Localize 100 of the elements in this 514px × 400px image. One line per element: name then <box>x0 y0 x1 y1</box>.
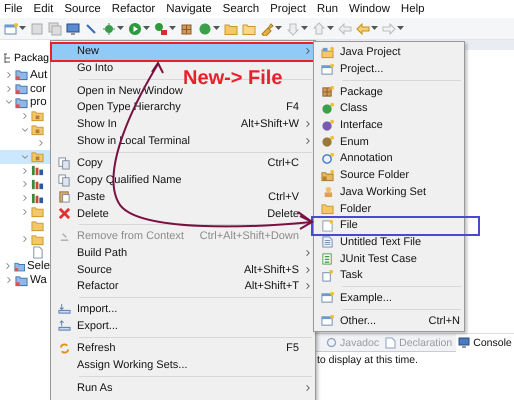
dropdown-caret-icon[interactable] <box>169 26 176 31</box>
dropdown-caret-icon[interactable] <box>327 26 334 31</box>
tree-row[interactable] <box>0 150 50 164</box>
menu-bar-item[interactable]: Project <box>270 3 306 15</box>
tree-label: Aut <box>30 68 48 81</box>
menu-item[interactable]: Import... <box>51 300 315 318</box>
class-icon[interactable] <box>198 22 212 36</box>
menu-bar-item[interactable]: Edit <box>34 3 54 15</box>
project-folder-icon <box>15 96 28 109</box>
package-folder-icon <box>31 123 44 136</box>
tree-row[interactable]: Aut <box>0 68 50 82</box>
import-icon <box>58 302 70 316</box>
class-icon <box>320 102 334 115</box>
dropdown-caret-icon[interactable] <box>397 26 404 31</box>
menu-item[interactable]: Folder <box>314 200 464 217</box>
menu-item[interactable]: Delete Delete <box>51 205 315 222</box>
task-icon <box>320 268 334 282</box>
menu-bar-item[interactable]: Refactor <box>112 3 156 15</box>
menu-item[interactable]: Build Path <box>51 244 315 262</box>
new-window-icon <box>320 62 334 76</box>
library-icon <box>31 164 44 178</box>
dropdown-caret-icon[interactable] <box>371 26 378 31</box>
shortcut-label: Ctrl+V <box>268 190 299 203</box>
menu-item[interactable]: JUnit Test Case <box>314 250 464 267</box>
export-icon <box>58 319 70 332</box>
tree-label: cor <box>30 82 46 95</box>
new-file-icon <box>320 218 334 232</box>
project-folder-icon <box>15 68 28 82</box>
dropdown-caret-icon[interactable] <box>19 26 26 31</box>
menu-item[interactable]: Package <box>314 83 464 100</box>
shortcut-label: F4 <box>286 101 299 114</box>
package-icon <box>320 85 334 98</box>
shortcut-label: Alt+Shift+S <box>244 264 299 276</box>
copy-icon <box>58 156 70 170</box>
menu-item[interactable]: Interface <box>314 116 464 134</box>
menu-item[interactable]: Show In Alt+Shift+W <box>51 116 315 132</box>
folder-icon <box>320 202 334 216</box>
menu-item[interactable]: Project... <box>314 60 464 78</box>
source-folder-icon <box>320 168 334 182</box>
menu-bar-item[interactable]: Help <box>400 3 425 15</box>
menu-bar-item[interactable]: Search <box>222 3 260 15</box>
folder-icon <box>31 218 44 232</box>
document-icon <box>31 246 44 260</box>
menu-item[interactable]: Assign Working Sets... <box>51 356 315 374</box>
menu-item[interactable]: Enum <box>314 133 464 150</box>
annotation-text: New-> File <box>183 67 282 90</box>
menu-item[interactable]: Export... <box>51 317 315 334</box>
menu-item[interactable]: Source Folder <box>314 166 464 184</box>
tree-label: Sele <box>26 260 50 272</box>
menu-item[interactable]: Java Project <box>314 44 464 61</box>
menu-item[interactable]: Copy Ctrl+C <box>51 155 315 172</box>
menu-bar-item[interactable]: Source <box>64 3 101 15</box>
tree-row[interactable]: pro <box>0 95 50 110</box>
tree-row[interactable]: Sele <box>0 260 50 274</box>
dropdown-caret-icon[interactable] <box>275 26 282 31</box>
library-icon <box>31 178 44 191</box>
menu-item[interactable]: Run As <box>51 379 315 396</box>
dropdown-caret-icon[interactable] <box>213 26 220 31</box>
view-tab[interactable]: Console <box>456 334 514 352</box>
menu-item[interactable]: Annotation <box>314 150 464 167</box>
menu-bar-item[interactable]: Window <box>349 3 390 15</box>
shortcut-label: F5 <box>286 342 299 354</box>
menu-item[interactable]: Class <box>314 100 464 117</box>
shortcut-label: Alt+Shift+W <box>240 118 299 130</box>
menu-item[interactable]: Paste Ctrl+V <box>51 188 315 206</box>
test-case-icon <box>320 252 334 266</box>
package-folder-icon <box>31 109 44 122</box>
menu-bar-item[interactable]: File <box>4 3 23 15</box>
monitor-icon <box>458 337 470 348</box>
dropdown-caret-icon[interactable] <box>117 26 124 31</box>
shortcut-label: Alt+Shift+T <box>244 280 299 292</box>
shortcut-label: Delete <box>267 208 299 220</box>
menu-bar-item[interactable]: Run <box>316 3 338 15</box>
dropdown-caret-icon[interactable] <box>301 26 308 31</box>
menu-item[interactable]: Task <box>314 266 464 284</box>
tree-row[interactable]: Wa <box>0 273 50 287</box>
monitor-icon[interactable] <box>66 22 80 36</box>
new-window-icon <box>320 291 334 304</box>
dropdown-caret-icon[interactable] <box>143 26 150 31</box>
external-tool-icon[interactable] <box>154 22 168 36</box>
tree-row[interactable]: cor <box>0 82 50 96</box>
menu-item[interactable]: Refresh F5 <box>51 340 315 357</box>
new-icon[interactable] <box>4 22 18 36</box>
menu-item[interactable]: Example... <box>314 290 464 306</box>
menu-item[interactable]: New <box>51 43 315 60</box>
library-icon <box>31 192 44 205</box>
menu-bar-item[interactable]: Navigate <box>166 3 212 15</box>
menu-item[interactable]: Refactor Alt+Shift+T <box>51 278 315 295</box>
menu-item[interactable]: Java Working Set <box>314 184 464 200</box>
menu-item[interactable]: Other... Ctrl+N <box>314 312 464 329</box>
menu-item[interactable]: Source Alt+Shift+S <box>51 261 315 278</box>
run-icon[interactable] <box>128 22 142 36</box>
package-icon[interactable] <box>180 22 194 36</box>
menu-item[interactable]: Untitled Text File <box>314 234 464 250</box>
menu-item[interactable]: Open Type Hierarchy F4 <box>51 99 315 116</box>
text-file-icon <box>320 235 334 248</box>
folder-icon[interactable] <box>242 22 256 36</box>
tree-label: pro <box>30 96 47 108</box>
new-window-icon <box>320 314 334 328</box>
package-folder-icon <box>31 150 44 164</box>
